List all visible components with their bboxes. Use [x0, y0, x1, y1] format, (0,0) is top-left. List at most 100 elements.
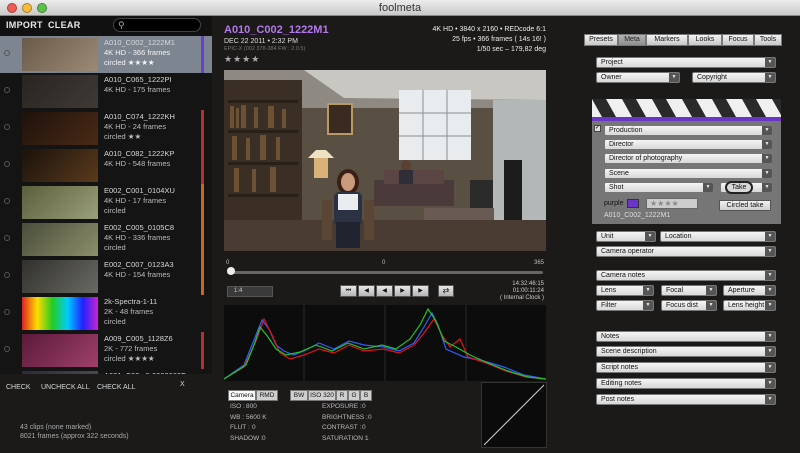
copyright-field[interactable]: Copyright ▼	[692, 72, 776, 83]
tab-markers[interactable]: Markers	[646, 34, 688, 46]
tab-meta[interactable]: Meta	[618, 34, 646, 46]
script-notes-field[interactable]: Script notes ▼	[596, 362, 776, 373]
zoom-window-button[interactable]	[37, 3, 47, 13]
clear-button[interactable]: CLEAR	[48, 20, 81, 30]
play-reverse-button[interactable]: ◀	[376, 285, 393, 297]
import-button[interactable]: IMPORT	[6, 20, 43, 30]
search-input[interactable]	[130, 20, 198, 30]
camera-operator-field[interactable]: Camera operator ▼	[596, 246, 776, 257]
focal-field[interactable]: Focal ▼	[661, 285, 717, 296]
focus-dist-field[interactable]: Focus dist ▼	[661, 300, 717, 311]
production-field[interactable]: Production ▼	[604, 125, 773, 136]
close-x-button[interactable]: X	[180, 381, 185, 388]
step-back-button[interactable]: ◀	[358, 285, 375, 297]
lens-height-field[interactable]: Lens height ▼	[723, 300, 776, 311]
clip-info: E002_C005_0105C8 4K HD - 336 frames circle…	[104, 223, 174, 253]
check-all-button[interactable]: CHECK ALL	[97, 384, 136, 391]
shutter-info: 1/50 sec – 179,82 deg	[476, 46, 546, 53]
tab-focus[interactable]: Focus	[722, 34, 754, 46]
tab-b[interactable]: B	[360, 390, 372, 401]
tab-rmd[interactable]: RMD	[256, 390, 278, 401]
clip-list-item[interactable]: A010_C002_1222M1 4K HD - 366 frames circle…	[0, 36, 212, 73]
tab-presets[interactable]: Presets	[584, 34, 618, 46]
slate-color-swatch[interactable]	[627, 199, 639, 208]
slate-rating-stars[interactable]: ★★★★	[646, 198, 698, 209]
tab-tools[interactable]: Tools	[754, 34, 782, 46]
clip-list[interactable]: A010_C002_1222M1 4K HD - 366 frames circle…	[0, 36, 212, 374]
production-checkbox[interactable]: ✓	[594, 125, 601, 132]
tab-looks[interactable]: Looks	[688, 34, 722, 46]
editing-notes-field[interactable]: Editing notes ▼	[596, 378, 776, 389]
clip-checkbox[interactable]	[4, 161, 10, 167]
play-button[interactable]: ▶	[394, 285, 411, 297]
clip-checkbox[interactable]	[4, 124, 10, 130]
clip-checkbox[interactable]	[4, 309, 10, 315]
check-button[interactable]: CHECK	[6, 384, 31, 391]
clip-list-item[interactable]: 2k-Spectra-1-11 2K - 48 frames circled	[0, 295, 212, 332]
scene-description-field[interactable]: Scene description ▼	[596, 346, 776, 357]
scene-field[interactable]: Scene ▼	[604, 168, 773, 179]
tone-curve[interactable]	[481, 382, 547, 448]
clip-checkbox[interactable]	[4, 346, 10, 352]
tab-r[interactable]: R	[336, 390, 348, 401]
step-forward-button[interactable]: ▶	[412, 285, 429, 297]
tab-iso[interactable]: ISO 320	[308, 390, 336, 401]
tab-g[interactable]: G	[348, 390, 360, 401]
clip-list-item[interactable]: E002_C007_0123A3 4K HD - 154 frames	[0, 258, 212, 295]
dop-field[interactable]: Director of photography ▼	[604, 153, 773, 164]
clip-thumbnail	[22, 112, 98, 145]
chevron-down-icon: ▼	[765, 247, 775, 256]
tab-camera[interactable]: Camera	[228, 390, 256, 401]
timeline-scrubber[interactable]: 0 0 365	[224, 258, 546, 280]
clip-list-item[interactable]: E002_C005_0105C8 4K HD - 336 frames circle…	[0, 221, 212, 258]
director-label: Director	[609, 141, 634, 148]
clip-list-item[interactable]: A009_C005_1128Z6 2K - 772 frames circled ★…	[0, 332, 212, 369]
lens-label: Lens	[601, 287, 617, 294]
director-field[interactable]: Director ▼	[604, 139, 773, 150]
chevron-down-icon: ▼	[765, 301, 775, 310]
filter-field[interactable]: Filter ▼	[596, 300, 654, 311]
clip-list-item[interactable]: A010_C082_1222KP 4K HD - 548 frames	[0, 147, 212, 184]
clip-list-item[interactable]: E002_C001_0104XU 4K HD - 17 frames circled	[0, 184, 212, 221]
clip-date: DEC 22 2011 • 2:32 PM	[224, 38, 298, 45]
post-notes-field[interactable]: Post notes ▼	[596, 394, 776, 405]
playhead-handle[interactable]	[227, 267, 235, 275]
clip-info: A010_C074_1222KH 4K HD - 24 frames circled…	[104, 112, 175, 142]
owner-field[interactable]: Owner ▼	[596, 72, 680, 83]
minimize-window-button[interactable]	[22, 3, 32, 13]
clip-status: circled	[104, 206, 126, 215]
clip-list-item[interactable]: A010_C065_1222PI 4K HD - 175 frames	[0, 73, 212, 110]
close-window-button[interactable]	[7, 3, 17, 13]
aperture-field[interactable]: Aperture ▼	[723, 285, 776, 296]
shot-field[interactable]: Shot ▼	[604, 182, 714, 193]
uncheck-all-button[interactable]: UNCHECK ALL	[41, 384, 90, 391]
take-button[interactable]: Take	[725, 181, 753, 194]
focus-dist-label: Focus dist	[666, 302, 698, 309]
lens-field[interactable]: Lens ▼	[596, 285, 654, 296]
clip-checkbox[interactable]	[4, 272, 10, 278]
playback-ratio-select[interactable]: 1:4	[227, 286, 273, 297]
clip-checkbox[interactable]	[4, 87, 10, 93]
clip-checkbox[interactable]	[4, 198, 10, 204]
clip-name: 2k-Spectra-1-11	[104, 297, 158, 306]
slate-color-label: purple	[604, 200, 624, 207]
camera-notes-field[interactable]: Camera notes ▼	[596, 270, 776, 281]
circled-take-button[interactable]: Circled take	[719, 200, 771, 211]
clip-checkbox[interactable]	[4, 235, 10, 241]
chevron-down-icon: ▼	[645, 232, 655, 241]
clip-thumbnail	[22, 186, 98, 219]
search-box[interactable]: ⚲	[113, 18, 201, 32]
loop-icon[interactable]: ⇄	[438, 285, 454, 297]
unit-field[interactable]: Unit ▼	[596, 231, 656, 242]
clip-checkbox[interactable]	[4, 50, 10, 56]
clip-list-item[interactable]: A010_C074_1222KH 4K HD - 24 frames circled…	[0, 110, 212, 147]
location-field[interactable]: Location ▼	[660, 231, 776, 242]
tab-bw[interactable]: BW	[290, 390, 308, 401]
chevron-down-icon: ▼	[706, 286, 716, 295]
video-frame[interactable]	[224, 70, 546, 251]
filter-label: Filter	[601, 302, 617, 309]
project-field[interactable]: Project ▼	[596, 57, 776, 68]
notes-field[interactable]: Notes ▼	[596, 331, 776, 342]
timeline-track[interactable]	[227, 271, 543, 274]
go-to-start-button[interactable]: ⏮	[340, 285, 357, 297]
